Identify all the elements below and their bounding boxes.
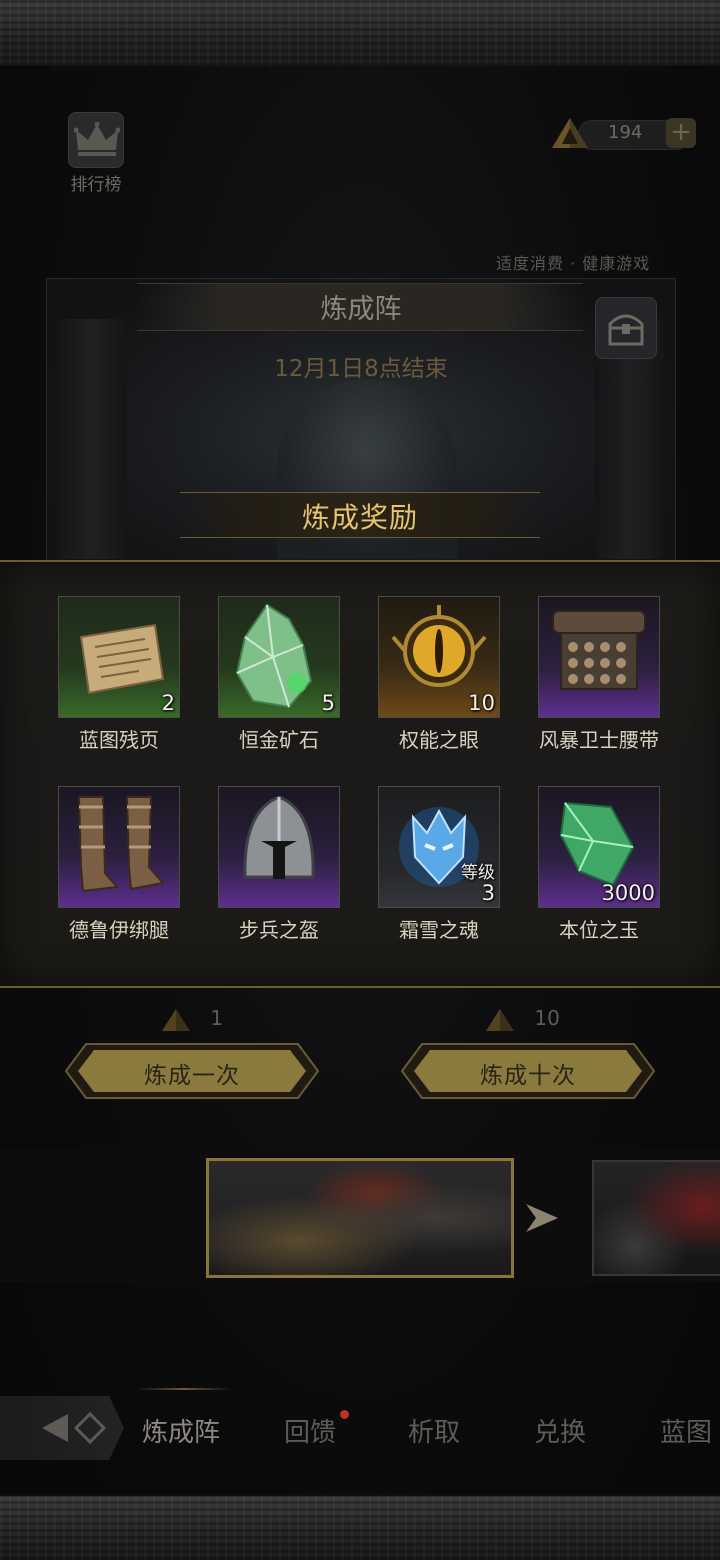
- item-frame: [58, 786, 180, 908]
- currency-pyramid-icon: [552, 118, 588, 148]
- banner-next[interactable]: [592, 1160, 720, 1276]
- item-count: 5: [321, 691, 335, 715]
- ten-draw-cost-value: 10: [534, 1006, 560, 1030]
- item-name: 德鲁伊绑腿: [69, 918, 169, 942]
- currency-value: 194: [608, 122, 643, 143]
- leggings-icon: [77, 796, 165, 893]
- item-frame: 等级 3: [378, 786, 500, 908]
- item-name: 蓝图残页: [79, 728, 159, 752]
- tab-blueprint[interactable]: 蓝图: [660, 1412, 712, 1449]
- item-level-label: 等级: [461, 863, 495, 883]
- notification-dot: [340, 1410, 349, 1419]
- item-frame: [218, 786, 340, 908]
- draw-ten-label: 炼成十次: [480, 1063, 576, 1089]
- helmet-icon: [243, 795, 315, 879]
- item-count: 2: [161, 691, 175, 715]
- single-draw-cost: 1: [160, 1006, 223, 1033]
- rewards-panel: 2 蓝图残页 5 恒金矿石 10 权能之眼 风暴卫士腰带 德鲁伊绑腿 步兵之盔 …: [0, 560, 720, 988]
- draw-once-button[interactable]: 炼成一次: [64, 1042, 320, 1100]
- rewards-header: 炼成奖励: [0, 488, 720, 548]
- bottom-decor-bar: [0, 1494, 720, 1560]
- tab-exchange[interactable]: 兑换: [534, 1412, 586, 1449]
- item-name: 权能之眼: [399, 728, 479, 752]
- reward-item-ore[interactable]: 5 恒金矿石: [198, 562, 358, 752]
- item-count: 3: [481, 881, 495, 905]
- health-tagline: 适度消费 · 健康游戏: [496, 254, 651, 273]
- reward-item-jade[interactable]: 3000 本位之玉: [518, 752, 678, 942]
- belt-icon: [552, 610, 646, 690]
- crown-icon: [74, 122, 120, 156]
- item-name: 恒金矿石: [239, 728, 319, 752]
- event-timer: 12月1日8点结束: [274, 356, 448, 382]
- chest-button[interactable]: [595, 297, 657, 359]
- single-draw-cost-value: 1: [210, 1006, 224, 1030]
- currency-add-button[interactable]: +: [666, 118, 696, 148]
- item-count: 10: [468, 691, 495, 715]
- back-button[interactable]: [0, 1396, 124, 1460]
- item-name: 本位之玉: [559, 918, 639, 942]
- tab-rewards[interactable]: 回馈: [284, 1412, 336, 1449]
- bottom-nav: 炼成阵 回馈 析取 兑换 蓝图: [0, 1388, 720, 1466]
- ten-draw-cost: 10: [484, 1006, 560, 1033]
- item-frame: [538, 596, 660, 718]
- chest-icon: [608, 314, 644, 346]
- item-name: 霜雪之魂: [399, 918, 479, 942]
- reward-item-leggings[interactable]: 德鲁伊绑腿: [38, 752, 198, 942]
- item-frame: 2: [58, 596, 180, 718]
- top-decor-bar: [0, 0, 720, 68]
- reward-item-blueprint[interactable]: 2 蓝图残页: [38, 562, 198, 752]
- reward-item-belt[interactable]: 风暴卫士腰带: [518, 562, 678, 752]
- active-tab-indicator: [136, 1388, 232, 1390]
- reward-item-eye[interactable]: 10 权能之眼: [358, 562, 518, 752]
- reward-item-helmet[interactable]: 步兵之盔: [198, 752, 358, 942]
- banner-current[interactable]: [206, 1158, 514, 1278]
- item-frame: 5: [218, 596, 340, 718]
- item-count: 3000: [601, 881, 655, 905]
- currency-pyramid-icon: [162, 1008, 190, 1031]
- arrow-right-icon[interactable]: [522, 1200, 562, 1236]
- tab-refine-array[interactable]: 炼成阵: [142, 1412, 220, 1449]
- currency-display: 194 +: [548, 112, 698, 156]
- currency-pyramid-icon: [486, 1008, 514, 1031]
- item-frame: 10: [378, 596, 500, 718]
- rewards-title: 炼成奖励: [301, 501, 418, 534]
- event-title: 炼成阵: [320, 294, 402, 325]
- reward-item-frost-soul[interactable]: 等级 3 霜雪之魂: [358, 752, 518, 942]
- item-frame: 3000: [538, 786, 660, 908]
- ranking-button[interactable]: 排行榜: [62, 108, 132, 198]
- ranking-label: 排行榜: [70, 175, 122, 195]
- item-name: 步兵之盔: [239, 918, 319, 942]
- item-name: 风暴卫士腰带: [539, 728, 659, 752]
- tab-extract[interactable]: 析取: [408, 1412, 460, 1449]
- draw-once-label: 炼成一次: [144, 1063, 240, 1089]
- back-arrow-icon: [42, 1411, 107, 1445]
- draw-ten-button[interactable]: 炼成十次: [400, 1042, 656, 1100]
